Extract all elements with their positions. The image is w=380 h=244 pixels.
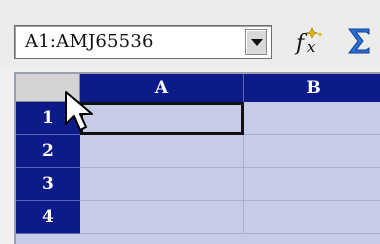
mouse-pointer-icon (65, 91, 93, 131)
formula-toolbar: A1:AMJ65536 f x (0, 0, 380, 66)
column-header-b[interactable]: B (244, 74, 380, 102)
cell-a4[interactable] (80, 201, 244, 234)
cell-a3[interactable] (80, 168, 244, 201)
cell-a1[interactable] (80, 102, 244, 135)
cell-b2[interactable] (244, 135, 380, 168)
cell-b4[interactable] (244, 201, 380, 234)
column-header-a[interactable]: A (80, 74, 244, 102)
name-box-value: A1:AMJ65536 (25, 31, 154, 52)
svg-text:f: f (294, 31, 308, 56)
cell-b3[interactable] (244, 168, 380, 201)
row-header-4[interactable]: 4 (16, 201, 80, 234)
cell-a2[interactable] (80, 135, 244, 168)
function-wizard-icon[interactable]: f x (292, 25, 328, 57)
name-box[interactable]: A1:AMJ65536 (14, 25, 272, 59)
svg-text:x: x (307, 38, 316, 56)
row-header-2[interactable]: 2 (16, 135, 80, 168)
cell-b1[interactable] (244, 102, 380, 135)
dropdown-arrow-icon (251, 39, 263, 46)
name-box-dropdown-button[interactable] (245, 29, 267, 55)
sum-icon[interactable] (345, 25, 373, 57)
row-header-3[interactable]: 3 (16, 168, 80, 201)
